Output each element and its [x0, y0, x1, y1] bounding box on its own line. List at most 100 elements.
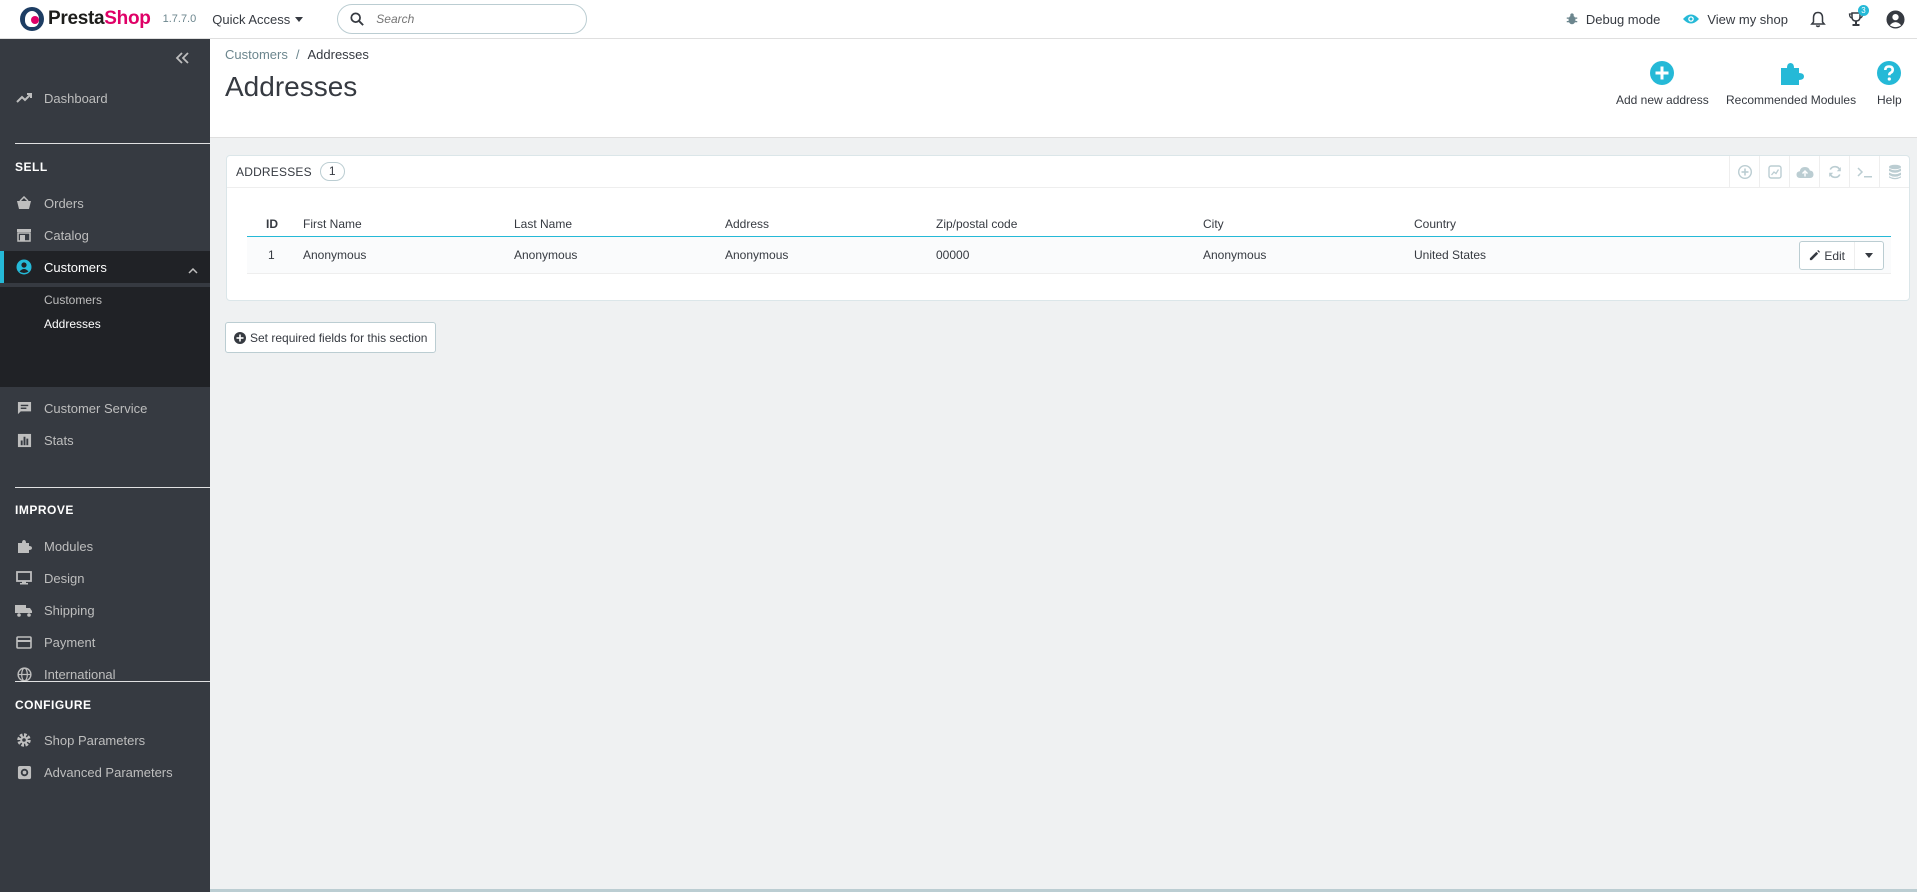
- sidebar-item-label: Advanced Parameters: [44, 764, 173, 780]
- trending-up-icon: [15, 89, 33, 107]
- top-header: PrestaShop 1.7.7.0 Quick Access Debug mo…: [0, 0, 1917, 39]
- plus-circle-icon: [234, 331, 246, 344]
- sidebar-item-dashboard[interactable]: Dashboard: [0, 82, 210, 114]
- section-title-improve: IMPROVE: [15, 503, 74, 517]
- sidebar-item-label: Catalog: [44, 227, 89, 243]
- trophy-badge: 3: [1858, 5, 1869, 16]
- prestashop-logo-icon: [20, 7, 44, 31]
- sidebar-divider: [15, 143, 210, 144]
- search-icon[interactable]: [350, 12, 365, 26]
- column-header-address[interactable]: Address: [725, 211, 769, 237]
- sidebar-item-label: Design: [44, 570, 85, 586]
- recommended-modules-button[interactable]: Recommended Modules: [1726, 61, 1856, 107]
- bell-icon: [1810, 11, 1826, 27]
- add-tool-button[interactable]: [1729, 156, 1759, 188]
- column-header-id[interactable]: ID: [266, 211, 278, 237]
- sidebar-item-international[interactable]: International: [0, 658, 210, 690]
- sidebar-item-label: Shop Parameters: [44, 732, 146, 748]
- quick-access-label: Quick Access: [212, 11, 291, 27]
- version-label: 1.7.7.0: [162, 13, 197, 25]
- logo-text: PrestaShop: [48, 8, 151, 29]
- column-header-first-name[interactable]: First Name: [303, 211, 362, 237]
- help-label: Help: [1877, 93, 1902, 107]
- addresses-table: ID First Name Last Name Address Zip/post…: [247, 211, 1891, 274]
- sidebar-item-customers[interactable]: Customers: [0, 251, 210, 283]
- cell-first-name: Anonymous: [303, 248, 367, 262]
- quick-access-dropdown[interactable]: Quick Access: [212, 11, 304, 27]
- submenu-item-customers[interactable]: Customers: [44, 293, 102, 307]
- edit-label: Edit: [1824, 248, 1845, 263]
- sidebar-item-customer-service[interactable]: Customer Service: [0, 392, 210, 424]
- sidebar-divider: [15, 487, 210, 488]
- cloud-upload-icon: [1796, 166, 1813, 178]
- sidebar-item-label: Shipping: [44, 602, 95, 618]
- collapse-sidebar-button[interactable]: [174, 51, 190, 65]
- addresses-panel: ADDRESSES 1 ID First Name Last Name Addr…: [226, 155, 1910, 301]
- column-header-city[interactable]: City: [1203, 211, 1224, 237]
- table-header-row: ID First Name Last Name Address Zip/post…: [247, 211, 1891, 237]
- section-title-sell: SELL: [15, 160, 48, 174]
- sidebar-item-label: International: [44, 666, 116, 682]
- help-circle-icon: [1877, 61, 1902, 85]
- search-box[interactable]: [337, 4, 588, 34]
- refresh-tool-button[interactable]: [1819, 156, 1849, 188]
- add-new-address-button[interactable]: Add new address: [1616, 61, 1709, 107]
- panel-heading: ADDRESSES 1: [227, 156, 1909, 188]
- puzzle-icon: [15, 537, 33, 555]
- column-header-country[interactable]: Country: [1414, 211, 1456, 237]
- sidebar-item-shop-parameters[interactable]: Shop Parameters: [0, 724, 210, 756]
- export-tool-button[interactable]: [1789, 156, 1819, 188]
- account-button[interactable]: [1886, 9, 1905, 29]
- chart-box-icon: [1767, 165, 1782, 179]
- eye-icon: [1683, 14, 1700, 24]
- page-header: Customers / Addresses Addresses Add new ad…: [210, 39, 1917, 138]
- sidebar-item-payment[interactable]: Payment: [0, 626, 210, 658]
- debug-mode-link[interactable]: Debug mode: [1565, 12, 1660, 27]
- sidebar-item-modules[interactable]: Modules: [0, 530, 210, 562]
- sidebar-item-label: Modules: [44, 538, 94, 554]
- edit-button[interactable]: Edit: [1800, 242, 1855, 269]
- sidebar-item-catalog[interactable]: Catalog: [0, 219, 210, 251]
- settings-box-icon: [15, 763, 33, 781]
- search-input[interactable]: [376, 12, 567, 26]
- cell-last-name: Anonymous: [514, 248, 578, 262]
- sidebar-item-stats[interactable]: Stats: [0, 424, 210, 456]
- sidebar-item-shipping[interactable]: Shipping: [0, 594, 210, 626]
- sidebar-item-label: Payment: [44, 634, 96, 650]
- breadcrumb-current: Addresses: [307, 47, 369, 62]
- view-shop-link[interactable]: View my shop: [1682, 12, 1788, 27]
- breadcrumb-parent[interactable]: Customers: [225, 47, 288, 62]
- database-tool-button[interactable]: [1879, 156, 1909, 188]
- breadcrumb: Customers / Addresses: [225, 47, 369, 62]
- table-row[interactable]: 1 Anonymous Anonymous Anonymous 00000 An…: [247, 237, 1891, 274]
- refresh-icon: [1828, 165, 1841, 179]
- header-right-group: Debug mode View my shop 3: [1565, 0, 1917, 39]
- show-sql-tool-button[interactable]: [1759, 156, 1789, 188]
- column-header-zip[interactable]: Zip/postal code: [936, 211, 1017, 237]
- sidebar-item-advanced-parameters[interactable]: Advanced Parameters: [0, 756, 210, 788]
- row-actions-dropdown-toggle[interactable]: [1855, 242, 1883, 269]
- help-button[interactable]: Help: [1877, 61, 1902, 107]
- section-title-configure: CONFIGURE: [15, 698, 92, 712]
- trophy-button[interactable]: 3: [1848, 5, 1869, 27]
- row-actions: Edit: [1799, 241, 1884, 270]
- sidebar-divider: [15, 681, 210, 682]
- sidebar-item-orders[interactable]: Orders: [0, 187, 210, 219]
- user-circle-icon: [1886, 9, 1905, 29]
- column-header-last-name[interactable]: Last Name: [514, 211, 572, 237]
- set-required-fields-button[interactable]: Set required fields for this section: [225, 322, 437, 353]
- terminal-icon: [1856, 167, 1872, 178]
- view-shop-label: View my shop: [1707, 11, 1788, 27]
- sidebar-item-label: Stats: [44, 432, 74, 448]
- add-new-address-label: Add new address: [1616, 93, 1709, 107]
- store-icon: [15, 226, 33, 244]
- prestashop-logo[interactable]: PrestaShop: [20, 0, 151, 39]
- pencil-icon: [1810, 250, 1821, 261]
- submenu-item-addresses[interactable]: Addresses: [44, 317, 101, 331]
- notifications-button[interactable]: [1810, 11, 1826, 28]
- sidebar-item-design[interactable]: Design: [0, 562, 210, 594]
- sql-manager-tool-button[interactable]: [1849, 156, 1879, 188]
- sidebar-item-label: Orders: [44, 195, 84, 211]
- bar-chart-icon: [15, 431, 33, 449]
- sidebar-item-label: Customer Service: [44, 400, 148, 416]
